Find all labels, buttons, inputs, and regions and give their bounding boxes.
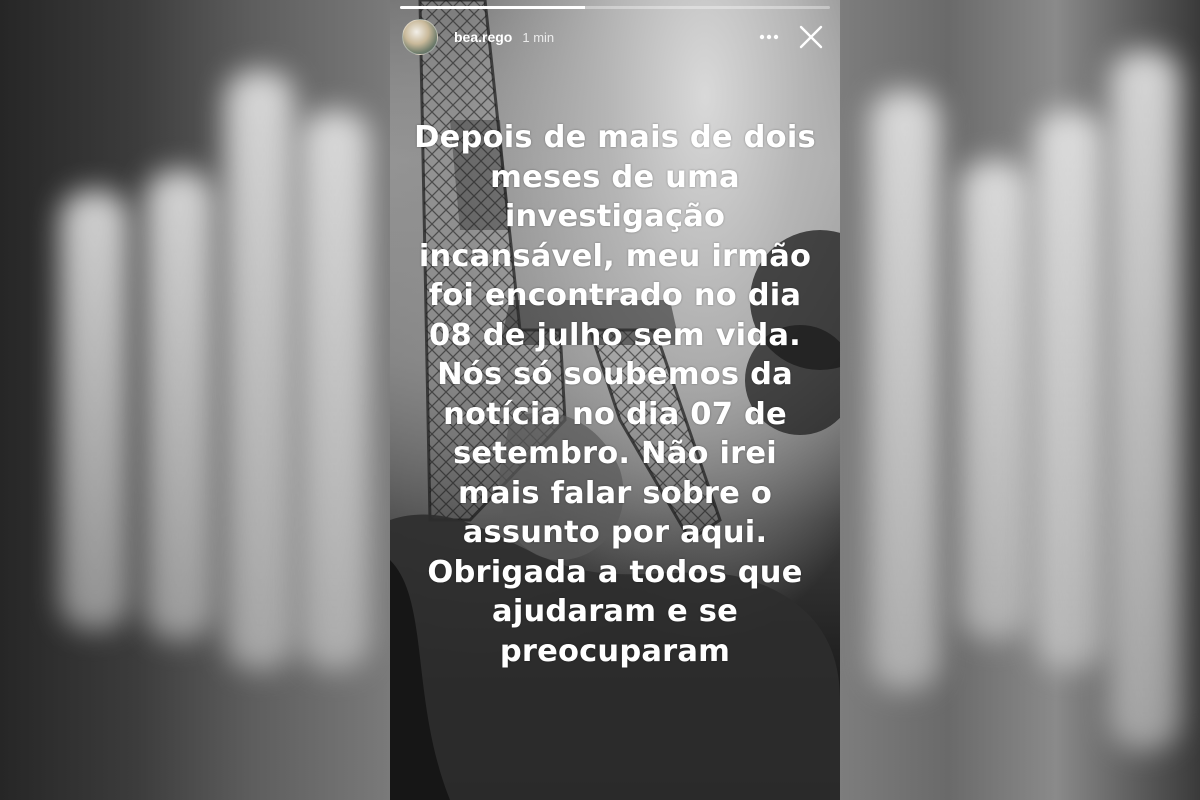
caption-line: mais falar sobre o (458, 475, 772, 511)
caption-line: foi encontrado no dia (428, 278, 802, 313)
blurred-text-column (1035, 110, 1105, 670)
blurred-backdrop-left (0, 0, 390, 800)
username[interactable]: bea.rego (454, 29, 512, 45)
blurred-text-column (960, 160, 1030, 640)
blurred-backdrop-right (840, 0, 1200, 800)
caption-line: incansável, meu irmão (418, 238, 812, 274)
caption-line: ajudaram e se (492, 594, 738, 629)
more-horizontal-icon (759, 34, 779, 40)
story-header: bea.rego 1 min (402, 18, 828, 56)
blurred-text-column (300, 110, 370, 670)
post-time: 1 min (522, 29, 555, 45)
blurred-text-column (145, 170, 215, 640)
close-button[interactable] (794, 20, 828, 54)
caption-line: 08 de julho sem vida. (429, 317, 801, 353)
caption-line: setembro. Não irei (453, 436, 777, 471)
story-progress-fill (400, 6, 585, 9)
caption-line: Depois de mais de dois (414, 120, 816, 155)
blurred-text-column (1110, 50, 1180, 750)
avatar[interactable] (402, 19, 438, 55)
caption-line: Obrigada a todos que (427, 554, 803, 590)
more-options-button[interactable] (752, 20, 786, 54)
caption-line: meses de uma (490, 159, 740, 195)
caption-line: preocuparam (499, 633, 731, 669)
blurred-text-column (870, 90, 940, 690)
caption-line: notícia no dia 07 de (443, 396, 787, 432)
caption-line: assunto por aqui. (462, 515, 768, 550)
close-icon (799, 25, 823, 49)
blurred-text-column (60, 190, 130, 630)
caption-line: investigação (504, 199, 726, 234)
story-progress-bar (400, 6, 830, 9)
caption-line: Nós só soubemos da (437, 357, 793, 392)
story-caption: Depois de mais de dois meses de uma inve… (400, 118, 830, 671)
blurred-text-column (225, 70, 295, 670)
story-viewer[interactable]: bea.rego 1 min Depois de mais de dois me… (390, 0, 840, 800)
